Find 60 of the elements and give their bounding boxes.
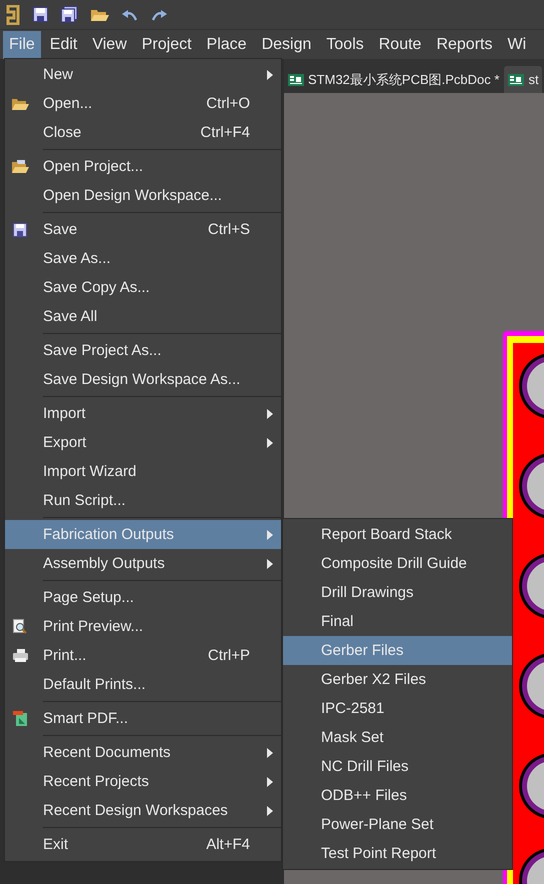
menu-bar-item[interactable]: View [86, 30, 133, 58]
menu-item[interactable]: Save Ctrl+S [5, 215, 281, 244]
circuit-board-icon [288, 74, 304, 86]
menu-item[interactable]: Print Preview... [5, 612, 281, 641]
redo-icon[interactable] [151, 8, 167, 20]
menu-item[interactable]: Test Point Report [283, 839, 512, 868]
menu-item[interactable]: New [5, 60, 281, 89]
document-tab[interactable]: st [504, 66, 542, 93]
menu-item[interactable]: ODB++ Files [283, 781, 512, 810]
menu-item[interactable]: Recent Projects [5, 767, 281, 796]
menu-bar-item[interactable]: Wi [501, 30, 532, 58]
folder-icon[interactable] [91, 7, 109, 22]
folder-icon [12, 160, 28, 174]
menu-item[interactable]: Save Copy As... [5, 273, 281, 302]
menu-item[interactable]: Import [5, 399, 281, 428]
magnifier-icon [13, 619, 27, 634]
menu-item[interactable]: Save Design Workspace As... [5, 365, 281, 394]
menu-bar-item[interactable]: Tools [320, 30, 370, 58]
folder-icon [12, 96, 28, 110]
menu-item[interactable]: Gerber X2 Files [283, 665, 512, 694]
menu-item[interactable]: Recent Design Workspaces [5, 796, 281, 825]
menu-item[interactable]: Save All [5, 302, 281, 331]
printer-icon [12, 649, 28, 662]
menu-item[interactable]: Open... Ctrl+O [5, 89, 281, 118]
menu-item[interactable]: Composite Drill Guide [283, 549, 512, 578]
menu-item[interactable]: Power-Plane Set [283, 810, 512, 839]
menu-item[interactable]: Smart PDF... [5, 704, 281, 733]
menu-bar-item[interactable]: Place [200, 30, 253, 58]
menu-item[interactable]: Save As... [5, 244, 281, 273]
menu-item[interactable]: Export [5, 428, 281, 457]
menu-item[interactable]: Report Board Stack [283, 520, 512, 549]
menu-item[interactable]: Open Project... [5, 152, 281, 181]
menu-item[interactable]: Assembly Outputs [5, 549, 281, 578]
menu-item[interactable]: Open Design Workspace... [5, 181, 281, 210]
menu-bar-item[interactable]: Route [372, 30, 428, 58]
save-icon [13, 222, 27, 236]
menu-bar-item[interactable]: Edit [44, 30, 84, 58]
menu-item[interactable]: Page Setup... [5, 583, 281, 612]
menu-item[interactable]: Final [283, 607, 512, 636]
menu-item[interactable]: Mask Set [283, 723, 512, 752]
save-icon[interactable] [33, 7, 48, 22]
menu-item[interactable]: Exit Alt+F4 [5, 830, 281, 859]
circuit-board-icon [508, 74, 524, 86]
menu-item[interactable]: IPC-2581 [283, 694, 512, 723]
menu-item[interactable]: Default Prints... [5, 670, 281, 699]
menu-item[interactable]: NC Drill Files [283, 752, 512, 781]
undo-icon[interactable] [122, 8, 138, 20]
document-icon [12, 711, 28, 726]
menu-item[interactable]: Recent Documents [5, 738, 281, 767]
menu-bar-item[interactable]: Design [256, 30, 318, 58]
menu-item[interactable]: Close Ctrl+F4 [5, 118, 281, 147]
menu-bar-item[interactable]: Reports [430, 30, 498, 58]
logo-icon[interactable] [6, 4, 20, 24]
menu-item[interactable]: Print... Ctrl+P [5, 641, 281, 670]
menu-item[interactable]: Drill Drawings [283, 578, 512, 607]
menu-item[interactable]: Save Project As... [5, 336, 281, 365]
menu-bar-item[interactable]: Project [136, 30, 198, 58]
menu-item[interactable]: Import Wizard [5, 457, 281, 486]
menu-item[interactable]: Run Script... [5, 486, 281, 515]
save-all-icon[interactable] [61, 6, 78, 23]
